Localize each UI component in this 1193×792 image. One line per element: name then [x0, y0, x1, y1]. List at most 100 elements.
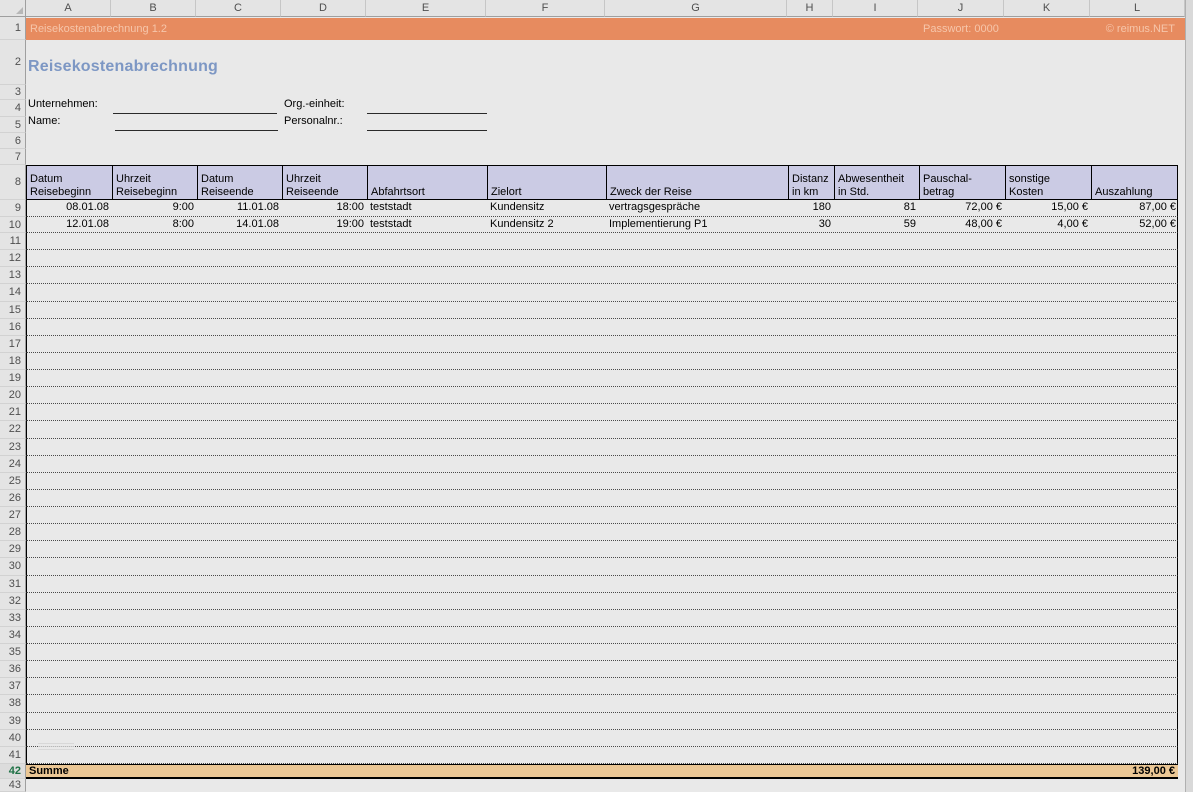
- row-header-22[interactable]: 22: [0, 421, 26, 439]
- row-header-32[interactable]: 32: [0, 592, 26, 610]
- empty-table-row[interactable]: [26, 472, 1178, 490]
- row-header-5[interactable]: 5: [0, 117, 26, 133]
- cell-sonstige-kosten[interactable]: 4,00 €: [1005, 217, 1091, 233]
- empty-table-row[interactable]: [26, 301, 1178, 319]
- empty-table-row[interactable]: [26, 729, 1178, 747]
- unternehmen-field[interactable]: [113, 112, 277, 114]
- copyright-link[interactable]: © reimus.NET: [1106, 18, 1175, 40]
- row-header-16[interactable]: 16: [0, 318, 26, 336]
- cell-datum-reiseende[interactable]: 11.01.08: [197, 200, 282, 216]
- empty-table-row[interactable]: [26, 541, 1178, 559]
- cell-zielort[interactable]: Kundensitz 2: [487, 217, 606, 233]
- column-header-B[interactable]: B: [111, 0, 196, 17]
- empty-table-row[interactable]: [26, 661, 1178, 679]
- row-header-26[interactable]: 26: [0, 489, 26, 508]
- row-header-21[interactable]: 21: [0, 404, 26, 422]
- row-header-12[interactable]: 12: [0, 250, 26, 268]
- cell-zweck-der-reise[interactable]: vertragsgespräche: [606, 200, 788, 216]
- row-header-14[interactable]: 14: [0, 284, 26, 302]
- cell-pauschalbetrag[interactable]: 72,00 €: [919, 200, 1005, 216]
- col-header-uhrzeit-reisebeginn[interactable]: Uhrzeit Reisebeginn: [112, 166, 197, 199]
- empty-table-row[interactable]: [26, 335, 1178, 353]
- empty-table-row[interactable]: [26, 387, 1178, 405]
- col-header-zielort[interactable]: Zielort: [487, 166, 606, 199]
- col-header-uhrzeit-reiseende[interactable]: Uhrzeit Reiseende: [282, 166, 367, 199]
- row-header-1[interactable]: 1: [0, 17, 26, 40]
- row-header-41[interactable]: 41: [0, 746, 26, 764]
- cell-uhrzeit-reiseende[interactable]: 18:00: [282, 200, 367, 216]
- personalnr-field[interactable]: [367, 129, 487, 131]
- empty-table-row[interactable]: [26, 678, 1178, 696]
- column-header-L[interactable]: L: [1090, 0, 1185, 17]
- row-header-40[interactable]: 40: [0, 729, 26, 747]
- row-header-17[interactable]: 17: [0, 335, 26, 353]
- row-header-31[interactable]: 31: [0, 575, 26, 593]
- cell-pauschalbetrag[interactable]: 48,00 €: [919, 217, 1005, 233]
- column-header-D[interactable]: D: [281, 0, 366, 17]
- row-header-15[interactable]: 15: [0, 301, 26, 319]
- cell-distanz-in-km[interactable]: 30: [788, 217, 834, 233]
- row-header-37[interactable]: 37: [0, 678, 26, 696]
- col-header-abwesenheit-in-std[interactable]: Abwesentheit in Std.: [834, 166, 919, 199]
- empty-table-row[interactable]: [26, 712, 1178, 730]
- select-all-corner[interactable]: [0, 0, 26, 17]
- cell-datum-reisebeginn[interactable]: 12.01.08: [27, 217, 112, 233]
- cell-auszahlung[interactable]: 87,00 €: [1091, 200, 1179, 216]
- row-header-28[interactable]: 28: [0, 524, 26, 542]
- column-header-A[interactable]: A: [26, 0, 111, 17]
- column-header-F[interactable]: F: [486, 0, 605, 17]
- row-header-6[interactable]: 6: [0, 133, 26, 149]
- cell-zweck-der-reise[interactable]: Implementierung P1: [606, 217, 788, 233]
- empty-table-row[interactable]: [26, 267, 1178, 285]
- row-header-20[interactable]: 20: [0, 387, 26, 405]
- empty-table-row[interactable]: [26, 455, 1178, 473]
- empty-table-row[interactable]: [26, 626, 1178, 645]
- row-header-9[interactable]: 9: [0, 200, 26, 217]
- row-header-23[interactable]: 23: [0, 438, 26, 456]
- empty-table-row[interactable]: [26, 609, 1178, 627]
- row-header-27[interactable]: 27: [0, 507, 26, 525]
- cell-abwesenheit-in-std[interactable]: 59: [834, 217, 919, 233]
- cell-abfahrtsort[interactable]: teststadt: [367, 217, 487, 233]
- row-header-13[interactable]: 13: [0, 267, 26, 285]
- column-header-J[interactable]: J: [918, 0, 1004, 17]
- empty-table-row[interactable]: [26, 284, 1178, 302]
- col-header-sonstige-kosten[interactable]: sonstige Kosten: [1005, 166, 1091, 199]
- row-header-30[interactable]: 30: [0, 558, 26, 576]
- col-header-auszahlung[interactable]: Auszahlung: [1091, 166, 1179, 199]
- row-header-3[interactable]: 3: [0, 85, 26, 100]
- empty-table-row[interactable]: [26, 592, 1178, 610]
- row-header-11[interactable]: 11: [0, 233, 26, 251]
- row-header-35[interactable]: 35: [0, 644, 26, 662]
- cell-distanz-in-km[interactable]: 180: [788, 200, 834, 216]
- empty-table-row[interactable]: [26, 695, 1178, 713]
- row-header-43[interactable]: 43: [0, 779, 26, 792]
- column-header-E[interactable]: E: [366, 0, 486, 17]
- empty-table-row[interactable]: [26, 489, 1178, 508]
- col-header-pauschalbetrag[interactable]: Pauschal-betrag: [919, 166, 1005, 199]
- row-header-34[interactable]: 34: [0, 626, 26, 645]
- column-header-C[interactable]: C: [196, 0, 281, 17]
- cell-auszahlung[interactable]: 52,00 €: [1091, 217, 1179, 233]
- column-header-H[interactable]: H: [787, 0, 833, 17]
- cell-abfahrtsort[interactable]: teststadt: [367, 200, 487, 216]
- row-header-7[interactable]: 7: [0, 149, 26, 165]
- empty-table-row[interactable]: [26, 524, 1178, 542]
- cell-zielort[interactable]: Kundensitz: [487, 200, 606, 216]
- row-header-8[interactable]: 8: [0, 165, 26, 200]
- empty-table-row[interactable]: [26, 352, 1178, 371]
- empty-table-row[interactable]: [26, 746, 1178, 764]
- column-header-I[interactable]: I: [833, 0, 918, 17]
- row-header-2[interactable]: 2: [0, 40, 26, 85]
- column-header-K[interactable]: K: [1004, 0, 1090, 17]
- empty-table-row[interactable]: [26, 233, 1178, 251]
- row-header-4[interactable]: 4: [0, 100, 26, 117]
- empty-table-row[interactable]: [26, 644, 1178, 662]
- row-header-25[interactable]: 25: [0, 472, 26, 490]
- cell-uhrzeit-reisebeginn[interactable]: 8:00: [112, 217, 197, 233]
- col-header-distanz-in-km[interactable]: Distanz in km: [788, 166, 834, 199]
- col-header-zweck-der-reise[interactable]: Zweck der Reise: [606, 166, 788, 199]
- col-header-abfahrtsort[interactable]: Abfahrtsort: [367, 166, 487, 199]
- col-header-datum-reiseende[interactable]: Datum Reiseende: [197, 166, 282, 199]
- empty-table-row[interactable]: [26, 507, 1178, 525]
